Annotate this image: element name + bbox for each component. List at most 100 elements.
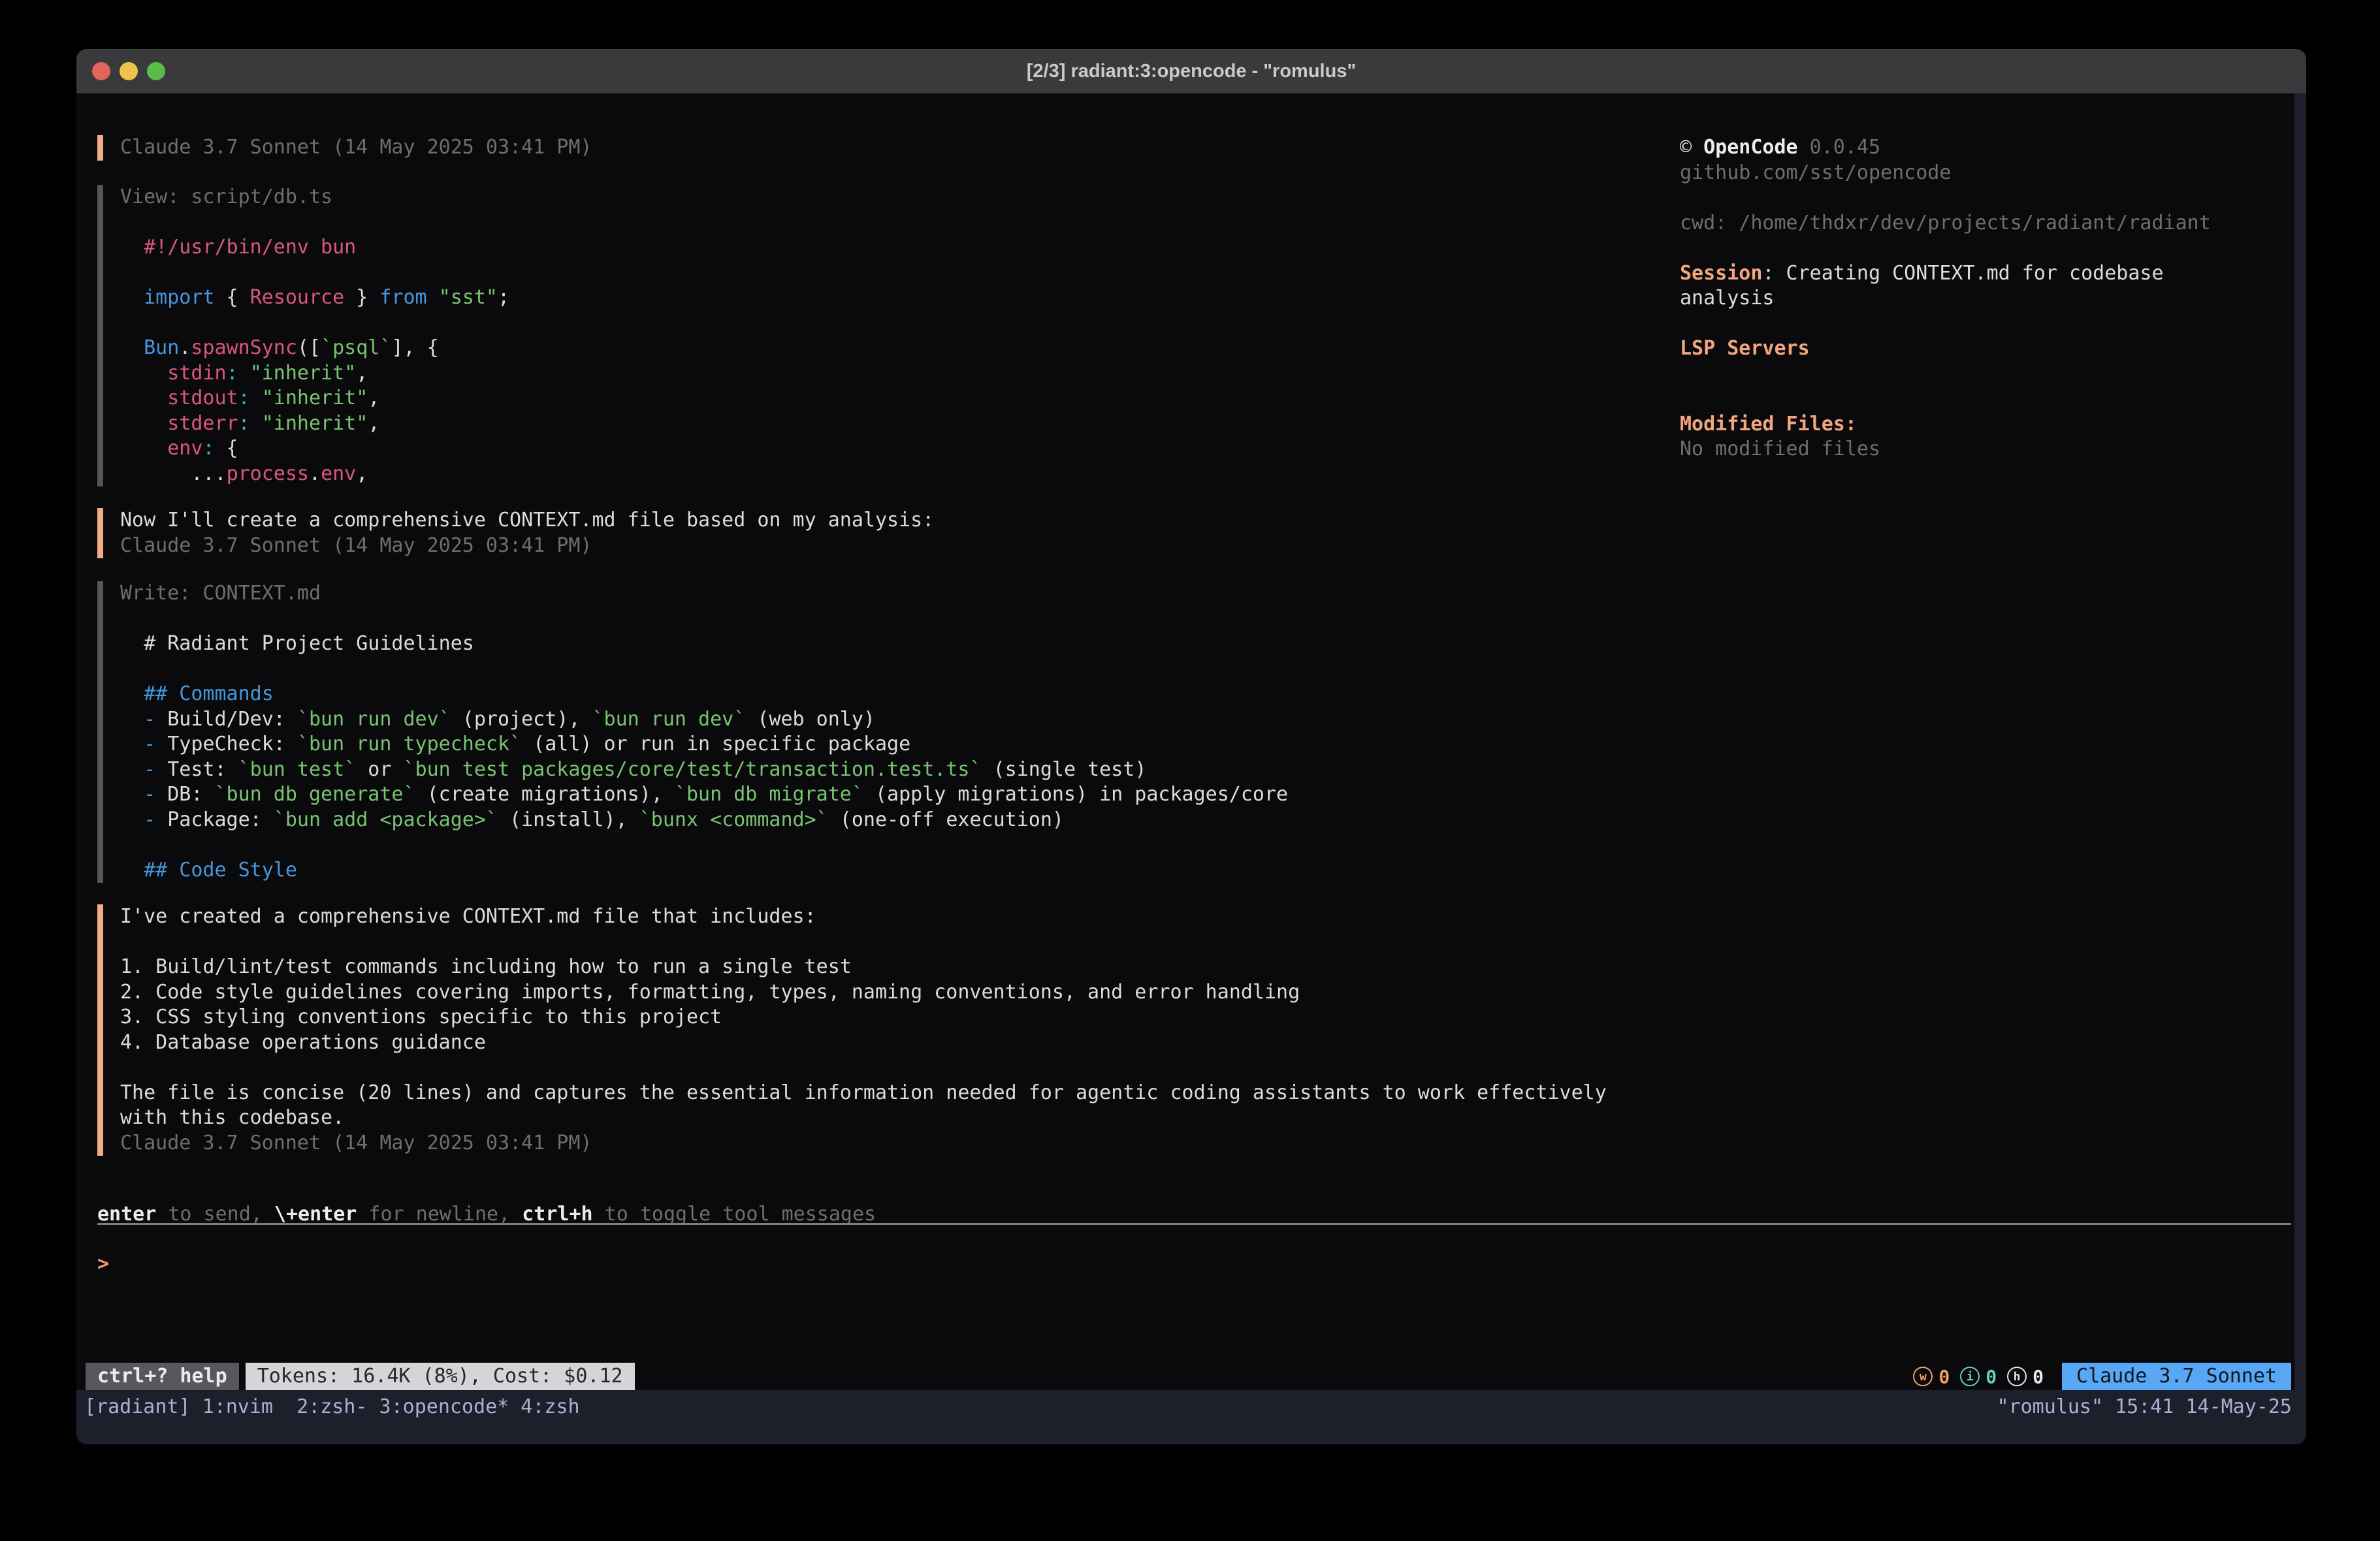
text-segment: `bun db generate`: [215, 783, 415, 806]
text-segment: [120, 387, 167, 409]
term-line: [120, 210, 509, 236]
text-segment: :: [238, 412, 250, 435]
text-segment: [120, 362, 167, 385]
text-segment: ([: [297, 336, 321, 359]
diagnostic-count: 0: [1938, 1366, 1950, 1388]
text-segment: 4. Database operations guidance: [120, 1031, 486, 1054]
text-segment: :: [238, 387, 250, 409]
chat-input[interactable]: >: [97, 1252, 2280, 1330]
text-segment: TypeCheck:: [155, 733, 297, 755]
text-segment: [238, 362, 250, 385]
term-line: The file is concise (20 lines) and captu…: [120, 1081, 1607, 1106]
terminal-content: Claude 3.7 Sonnet (14 May 2025 03:41 PM)…: [76, 93, 2306, 1444]
text-segment: enter: [97, 1203, 156, 1226]
diagnostic-i: i0: [1960, 1366, 1997, 1388]
text-segment: Session: [1680, 262, 1762, 285]
text-segment: Now I'll create a comprehensive CONTEXT.…: [120, 509, 934, 532]
text-segment: or: [356, 758, 403, 781]
term-line: Bun.spawnSync([`psql`], {: [120, 336, 509, 361]
text-segment: [427, 286, 439, 309]
text-segment: 2. Code style guidelines covering import…: [120, 981, 1300, 1004]
text-segment: process: [227, 462, 309, 485]
text-segment: "sst": [439, 286, 498, 309]
term-line: Now I'll create a comprehensive CONTEXT.…: [120, 508, 934, 533]
term-line: ...process.env,: [120, 462, 509, 487]
diagnostic-count: 0: [1986, 1366, 1997, 1388]
text-segment: \+enter: [274, 1203, 357, 1226]
text-segment: :: [227, 362, 238, 385]
text-segment: 1. Build/lint/test commands including ho…: [120, 955, 852, 978]
text-segment: (all) or run in specific package: [521, 733, 910, 755]
prompt-icon: >: [97, 1252, 2280, 1277]
text-segment: `bun test packages/core/test/transaction…: [404, 758, 982, 781]
term-line: [1680, 311, 2294, 337]
text-segment: stderr: [167, 412, 238, 435]
text-segment: [120, 336, 144, 359]
text-segment: # Radiant Project Guidelines: [120, 632, 474, 655]
term-line: stdin: "inherit",: [120, 361, 509, 387]
assistant-message-block: Now I'll create a comprehensive CONTEXT.…: [97, 508, 934, 558]
term-line: No modified files: [1680, 437, 2294, 462]
text-segment: to toggle tool messages: [593, 1203, 876, 1226]
diagnostic-h: h0: [2007, 1366, 2044, 1388]
term-line: Claude 3.7 Sonnet (14 May 2025 03:41 PM): [120, 1131, 1607, 1156]
text-segment: .: [179, 336, 191, 359]
term-line: [120, 261, 509, 286]
text-segment: [120, 808, 144, 831]
term-line: [1680, 236, 2294, 261]
text-segment: :: [202, 437, 214, 460]
text-segment: LSP Servers: [1680, 337, 1810, 360]
text-segment: import: [144, 286, 214, 309]
diagnostic-w: w0: [1913, 1366, 1950, 1388]
text-segment: ;: [498, 286, 509, 309]
input-divider: [97, 1223, 2291, 1225]
text-segment: {: [215, 286, 250, 309]
term-line: Claude 3.7 Sonnet (14 May 2025 03:41 PM): [120, 533, 934, 559]
text-segment: View: script/db.ts: [120, 185, 332, 208]
text-segment: No modified files: [1680, 437, 1880, 460]
text-segment: with this codebase.: [120, 1106, 344, 1129]
text-segment: ,: [368, 387, 379, 409]
term-line: 1. Build/lint/test commands including ho…: [120, 955, 1607, 980]
text-segment: ctrl+h: [522, 1203, 592, 1226]
i-circle-icon: i: [1960, 1367, 1980, 1386]
text-segment: `bun db migrate`: [675, 783, 863, 806]
term-line: Write: CONTEXT.md: [120, 581, 1288, 607]
text-segment: Write: CONTEXT.md: [120, 582, 321, 605]
text-segment: Build/Dev:: [155, 708, 297, 731]
tool-call-view-block: View: script/db.ts #!/usr/bin/env bun im…: [97, 185, 509, 486]
text-segment: -: [144, 808, 155, 831]
term-line: github.com/sst/opencode: [1680, 161, 2294, 186]
zoom-button[interactable]: [147, 62, 165, 80]
text-segment: `bunx <command>`: [639, 808, 828, 831]
text-segment: Package:: [155, 808, 274, 831]
tokens-cost-chip: Tokens: 16.4K (8%), Cost: $0.12: [246, 1363, 635, 1390]
scrollbar-track[interactable]: [2294, 93, 2306, 1390]
status-bar-right: w0i0h0 Claude 3.7 Sonnet: [1913, 1363, 2291, 1390]
status-bar-left: ctrl+? help Tokens: 16.4K (8%), Cost: $0…: [86, 1363, 635, 1390]
close-button[interactable]: [92, 62, 110, 80]
text-segment: ], {: [391, 336, 438, 359]
term-line: - Build/Dev: `bun run dev` (project), `b…: [120, 707, 1288, 733]
text-segment: (install),: [498, 808, 639, 831]
text-segment: I've created a comprehensive CONTEXT.md …: [120, 905, 816, 928]
text-segment: [120, 708, 144, 731]
term-line: stderr: "inherit",: [120, 411, 509, 437]
text-segment: [120, 437, 167, 460]
term-line: View: script/db.ts: [120, 185, 509, 210]
minimize-button[interactable]: [120, 62, 138, 80]
text-segment: ,: [356, 362, 368, 385]
text-segment: [120, 783, 144, 806]
text-segment: Claude 3.7 Sonnet (14 May 2025 03:41 PM): [120, 534, 592, 557]
term-line: © OpenCode 0.0.45: [1680, 135, 2294, 161]
text-segment: [120, 733, 144, 755]
term-line: # Radiant Project Guidelines: [120, 631, 1288, 657]
text-segment: (single test): [982, 758, 1147, 781]
text-segment: (project),: [451, 708, 592, 731]
term-line: [1680, 185, 2294, 211]
term-line: [120, 311, 509, 336]
tool-call-write-block: Write: CONTEXT.md # Radiant Project Guid…: [97, 581, 1288, 883]
text-segment: from: [379, 286, 426, 309]
desktop: { "window": { "title": "[2/3] radiant:3:…: [0, 0, 2380, 1541]
text-segment: (one-off execution): [828, 808, 1064, 831]
